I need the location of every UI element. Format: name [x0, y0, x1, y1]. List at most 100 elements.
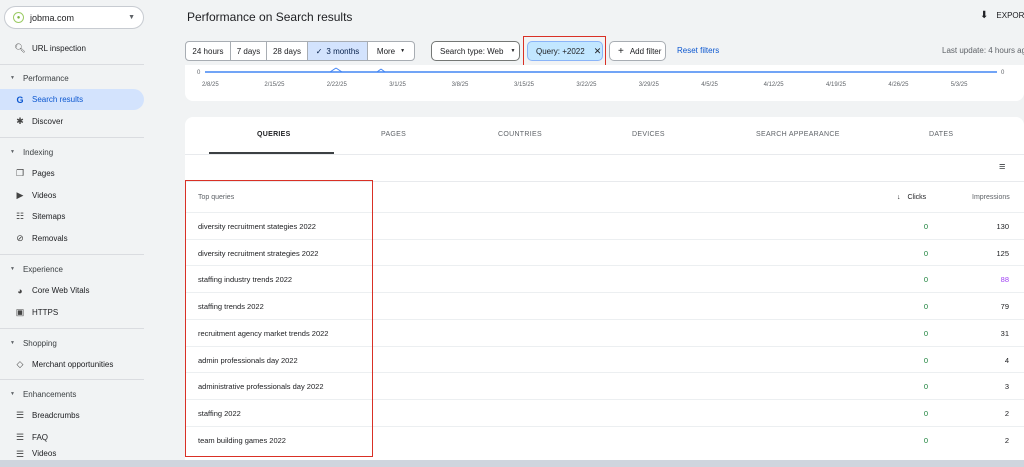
date-tick-label: 4/19/25 — [826, 82, 847, 88]
property-selector[interactable]: ● jobma.com ▼ — [4, 6, 144, 29]
pages-icon: ❐ — [15, 168, 25, 178]
section-performance[interactable]: ▼ Performance — [0, 69, 144, 87]
col-head-impressions[interactable]: Impressions — [972, 194, 1010, 201]
range-7-days[interactable]: 7 days — [231, 42, 267, 60]
highlight-box-top-queries — [185, 180, 373, 457]
sidebar-item-label: URL inspection — [32, 44, 86, 53]
tab-pages[interactable]: PAGES — [381, 131, 406, 138]
clicks-cell: 0 — [923, 275, 928, 285]
sidebar-item-search-results[interactable]: G Search results — [0, 89, 144, 110]
sidebar-item-label: Search results — [32, 95, 84, 104]
impressions-cell: 4 — [1004, 355, 1009, 365]
range-24-hours[interactable]: 24 hours — [186, 42, 231, 60]
col-head-clicks[interactable]: ↓ Clicks — [897, 194, 926, 201]
date-tick-label: 3/22/25 — [576, 82, 597, 88]
google-g-icon: G — [16, 94, 24, 105]
clicks-cell: 0 — [923, 222, 928, 231]
tab-search-appearance[interactable]: SEARCH APPEARANCE — [756, 131, 840, 138]
sidebar-item-videos[interactable]: ▶ Videos — [0, 185, 144, 206]
eye-off-icon: ⊘ — [16, 233, 24, 243]
more-label: More — [376, 46, 396, 56]
more-ranges-button[interactable]: More ▼ — [368, 42, 414, 60]
section-experience[interactable]: ▼ Experience — [0, 260, 144, 278]
export-button[interactable]: ⬇ EXPORT — [980, 10, 1024, 21]
tab-countries[interactable]: COUNTRIES — [498, 131, 542, 138]
sidebar-item-core-web-vitals[interactable]: ◕ Core Web Vitals — [0, 280, 144, 301]
divider — [0, 379, 144, 380]
sidebar-item-label: FAQ — [32, 433, 49, 442]
sidebar-item-videos-enh[interactable]: ☰ Videos — [0, 449, 144, 460]
tab-divider — [185, 154, 1024, 155]
clicks-cell: 0 — [923, 435, 928, 445]
divider — [0, 328, 144, 329]
gauge-icon: ◕ — [17, 285, 23, 296]
date-tick-label: 2/22/25 — [327, 82, 348, 88]
check-icon: ✓ — [315, 46, 323, 56]
impressions-cell: 88 — [1000, 275, 1009, 285]
section-enhancements[interactable]: ▼ Enhancements — [0, 385, 144, 403]
sidebar-item-label: Pages — [32, 169, 55, 178]
col-head-label: Clicks — [907, 194, 927, 201]
sidebar-item-removals[interactable]: ⊘ Removals — [0, 228, 144, 249]
query-filter-chip[interactable]: Query: +2022 ✕ — [527, 41, 603, 61]
date-tick-label: 3/1/25 — [389, 82, 406, 88]
range-3-months[interactable]: ✓ 3 months — [308, 42, 368, 60]
chart-svg: 0 0 2/8/25 2/15/25 2/22/25 3/1/25 3/8/25 3/15… — [197, 67, 1005, 88]
sitemap-icon: ☷ — [15, 211, 25, 221]
sidebar-item-label: Core Web Vitals — [32, 286, 90, 295]
tab-devices[interactable]: DEVICES — [632, 131, 665, 138]
sidebar-item-merchant-opportunities[interactable]: ◇ Merchant opportunities — [0, 354, 144, 375]
query-filter-label: Query: +2022 — [536, 46, 585, 56]
impressions-cell: 2 — [1004, 408, 1009, 418]
caret-down-icon: ▼ — [400, 48, 406, 54]
reset-filters-link[interactable]: Reset filters — [677, 46, 719, 55]
sidebar-item-label: Sitemaps — [32, 212, 66, 221]
sidebar-item-label: Discover — [32, 117, 64, 126]
divider — [0, 64, 144, 65]
property-name: jobma.com — [30, 12, 75, 23]
sidebar-item-sitemaps[interactable]: ☷ Sitemaps — [0, 206, 144, 227]
date-tick-label: 4/5/25 — [701, 82, 718, 88]
tab-queries[interactable]: QUERIES — [257, 131, 291, 138]
caret-down-icon: ▼ — [510, 48, 516, 54]
asterisk-icon: ✱ — [16, 116, 24, 126]
section-shopping[interactable]: ▼ Shopping — [0, 334, 144, 352]
section-indexing[interactable]: ▼ Indexing — [0, 143, 144, 161]
sidebar-item-url-inspection[interactable]: 🔍︎ URL inspection — [0, 38, 144, 59]
sidebar-item-https[interactable]: ▣ HTTPS — [0, 302, 144, 323]
collapse-triangle-icon: ▼ — [10, 75, 15, 81]
add-filter-button[interactable]: + Add filter — [609, 41, 666, 61]
sidebar-item-faq[interactable]: ☰ FAQ — [0, 427, 144, 448]
sidebar: ● jobma.com ▼ 🔍︎ URL inspection ▼ Perfor… — [0, 0, 152, 460]
date-tick-label: 4/26/25 — [888, 82, 909, 88]
sidebar-item-discover[interactable]: ✱ Discover — [0, 111, 144, 132]
tab-dates[interactable]: DATES — [929, 131, 953, 138]
video-icon: ▶ — [16, 190, 24, 200]
range-28-days[interactable]: 28 days — [267, 42, 308, 60]
sidebar-item-pages[interactable]: ❐ Pages — [0, 163, 144, 184]
filter-rows-icon[interactable]: ≡ — [999, 161, 1005, 173]
section-label: Performance — [22, 73, 69, 83]
last-update-text: Last update: 4 hours ago — [942, 46, 1024, 55]
collapse-triangle-icon: ▼ — [10, 391, 15, 397]
date-tick-label: 2/15/25 — [264, 82, 285, 88]
date-range-selector: 24 hours 7 days 28 days ✓ 3 months More … — [185, 41, 415, 61]
section-label: Experience — [22, 264, 63, 274]
sidebar-item-label: Removals — [32, 234, 68, 243]
left-axis-zero: 0 — [197, 70, 201, 76]
property-icon: ● — [13, 12, 24, 23]
taskbar-strip — [0, 460, 1024, 467]
range-label: 3 months — [326, 46, 360, 56]
clicks-cell: 0 — [923, 355, 928, 365]
close-icon[interactable]: ✕ — [594, 46, 602, 57]
page-title: Performance on Search results — [187, 10, 353, 24]
search-type-filter[interactable]: Search type: Web ▼ — [431, 41, 520, 61]
right-axis-zero: 0 — [1001, 70, 1005, 76]
clicks-cell: 0 — [923, 408, 928, 418]
sidebar-item-breadcrumbs[interactable]: ☰ Breadcrumbs — [0, 405, 144, 426]
add-filter-label: Add filter — [629, 46, 662, 56]
section-label: Indexing — [22, 147, 54, 157]
sidebar-item-label: Breadcrumbs — [32, 411, 80, 420]
date-tick-label: 2/8/25 — [202, 82, 219, 88]
impressions-cell: 125 — [996, 248, 1009, 258]
